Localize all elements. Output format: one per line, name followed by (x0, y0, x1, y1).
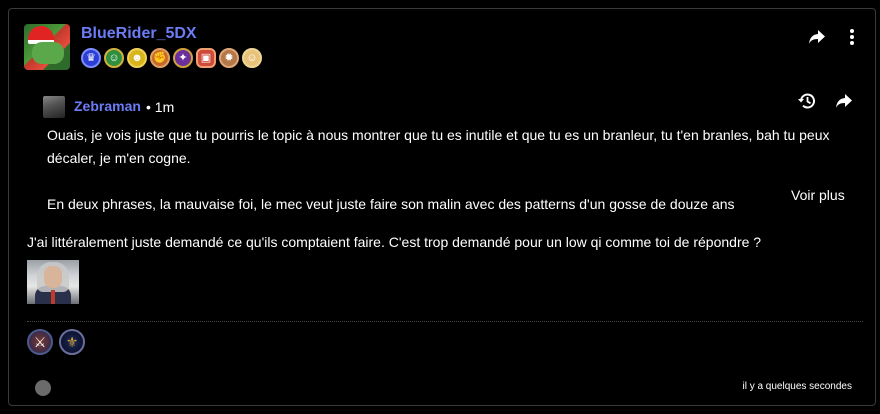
author-username[interactable]: BlueRider_5DX (81, 25, 197, 43)
brawler-icon[interactable]: ✊ (150, 48, 170, 68)
elf-icon[interactable]: ☺ (104, 48, 124, 68)
crown-icon[interactable]: ♛ (81, 48, 101, 68)
warrior-reaction-icon[interactable]: ⚔ (27, 329, 53, 355)
more-options-icon[interactable] (841, 26, 863, 48)
quote-share-icon[interactable] (833, 90, 855, 112)
divider (27, 321, 863, 323)
add-reaction-button[interactable] (35, 380, 51, 396)
fleur-de-lis-reaction-icon[interactable]: ⚜ (59, 329, 85, 355)
image-tie (51, 290, 55, 304)
smiley-icon[interactable]: ☻ (127, 48, 147, 68)
quoted-author-avatar[interactable] (43, 96, 65, 118)
badge-row: ♛ ☺ ☻ ✊ ✦ ▣ ✹ ☺ (81, 48, 262, 68)
author-avatar[interactable] (24, 24, 70, 70)
quote-body: Ouais, je vois juste que tu pourris le t… (47, 124, 859, 216)
attached-image[interactable] (27, 260, 79, 304)
avatar-face (32, 42, 64, 64)
image-head (44, 266, 62, 288)
share-icon[interactable] (806, 26, 828, 48)
sun-icon[interactable]: ✹ (219, 48, 239, 68)
post-card: BlueRider_5DX ♛ ☺ ☻ ✊ ✦ ▣ ✹ ☺ Zebraman •… (8, 8, 876, 406)
reactions-row: ⚔ ⚜ (27, 329, 85, 355)
quote-paragraph: En deux phrases, la mauvaise foi, le mec… (47, 196, 735, 212)
quote-time: • 1m (146, 99, 175, 115)
history-icon[interactable] (796, 90, 818, 112)
post-timestamp: il y a quelques secondes (742, 381, 852, 392)
see-more-link[interactable]: Voir plus (791, 187, 845, 203)
quoted-author-username[interactable]: Zebraman (74, 98, 141, 114)
quote-paragraph: Ouais, je vois juste que tu pourris le t… (47, 127, 830, 166)
scroll-icon[interactable]: ▣ (196, 48, 216, 68)
post-message: J'ai littéralement juste demandé ce qu'i… (27, 234, 762, 250)
dragon-icon[interactable]: ✦ (173, 48, 193, 68)
baby-icon[interactable]: ☺ (242, 48, 262, 68)
